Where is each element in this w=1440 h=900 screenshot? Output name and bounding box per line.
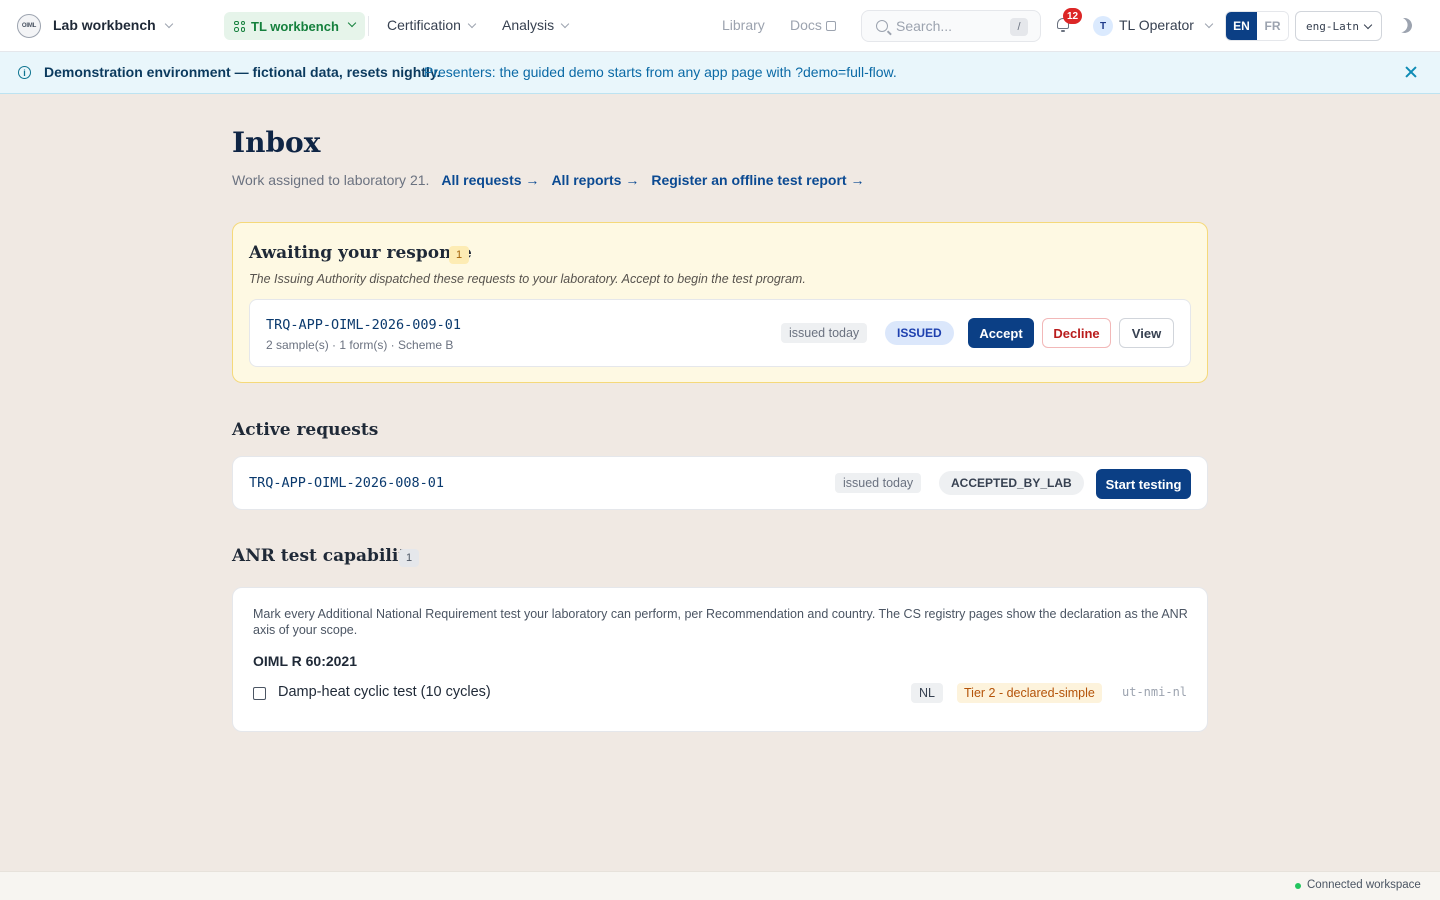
info-icon: i	[18, 66, 31, 79]
nav-analysis[interactable]: Analysis	[502, 17, 570, 33]
nav-library[interactable]: Library	[722, 17, 765, 33]
script-select[interactable]: eng-Latn	[1295, 11, 1382, 41]
notification-badge: 12	[1063, 8, 1083, 24]
anr-count-badge: 1	[399, 549, 419, 567]
active-request-id[interactable]: TRQ-APP-OIML-2026-008-01	[249, 475, 444, 491]
all-requests-link[interactable]: All requests →	[441, 172, 539, 188]
connection-status-dot	[1295, 883, 1301, 889]
test-code: ut-nmi-nl	[1122, 685, 1188, 699]
chevron-down-icon	[467, 19, 477, 29]
start-testing-button[interactable]: Start testing	[1096, 469, 1191, 499]
register-offline-report-link[interactable]: Register an offline test report →	[651, 172, 864, 188]
page-subtitle-row: Work assigned to laboratory 21. All requ…	[232, 172, 865, 188]
chevron-down-icon	[1363, 20, 1373, 30]
search-input[interactable]	[896, 18, 1006, 34]
chevron-down-icon	[347, 18, 357, 28]
apps-grid-icon	[234, 20, 245, 32]
page-title: Inbox	[232, 126, 321, 159]
avatar[interactable]: T	[1093, 16, 1113, 36]
capability-checkbox[interactable]	[253, 687, 266, 700]
close-icon[interactable]	[1404, 65, 1418, 79]
status-badge: ISSUED	[885, 321, 954, 345]
country-tag: NL	[911, 683, 943, 703]
view-button[interactable]: View	[1119, 318, 1174, 348]
divider	[368, 16, 369, 36]
top-bar: OIML Lab workbench TL workbench Certific…	[0, 0, 1440, 52]
awaiting-title: Awaiting your response	[249, 243, 472, 263]
recommendation-title: OIML R 60:2021	[253, 653, 358, 669]
issued-tag: issued today	[781, 323, 868, 343]
tier-tag: Tier 2 - declared-simple	[957, 683, 1102, 703]
banner-message: Presenters: the guided demo starts from …	[424, 64, 897, 80]
search-icon	[876, 20, 888, 32]
page-subtitle: Work assigned to laboratory 21.	[232, 172, 430, 188]
active-requests-title: Active requests	[232, 420, 379, 440]
anr-description: Mark every Additional National Requireme…	[253, 607, 1188, 637]
status-footer	[0, 871, 1440, 900]
lang-en[interactable]: EN	[1226, 12, 1257, 40]
lang-fr[interactable]: FR	[1257, 12, 1288, 40]
workspace-switcher[interactable]: TL workbench	[224, 12, 365, 40]
all-reports-link[interactable]: All reports →	[551, 172, 639, 188]
issued-tag: issued today	[835, 473, 922, 493]
nav-certification[interactable]: Certification	[387, 17, 477, 33]
decline-button[interactable]: Decline	[1042, 318, 1111, 348]
awaiting-count-badge: 1	[449, 246, 469, 264]
workspace-label: TL workbench	[251, 18, 339, 34]
status-badge: ACCEPTED_BY_LAB	[939, 471, 1084, 495]
awaiting-description: The Issuing Authority dispatched these r…	[249, 272, 806, 286]
user-menu[interactable]: TL Operator	[1119, 17, 1194, 33]
language-toggle: EN FR	[1225, 11, 1289, 41]
chevron-down-icon[interactable]	[1204, 19, 1214, 29]
external-link-icon	[825, 21, 836, 31]
capability-label[interactable]: Damp-heat cyclic test (10 cycles)	[278, 684, 491, 700]
dark-mode-moon-icon[interactable]	[1395, 16, 1414, 35]
accept-button[interactable]: Accept	[968, 318, 1034, 348]
request-meta: 2 sample(s) · 1 form(s) · Scheme B	[266, 338, 454, 352]
search-shortcut: /	[1010, 18, 1028, 36]
connection-status: Connected workspace	[1307, 879, 1421, 891]
oiml-logo-icon[interactable]: OIML	[17, 14, 41, 38]
app-title[interactable]: Lab workbench	[53, 17, 156, 33]
search-box[interactable]: /	[861, 10, 1041, 42]
chevron-down-icon[interactable]	[164, 19, 174, 29]
request-id[interactable]: TRQ-APP-OIML-2026-009-01	[266, 317, 461, 333]
nav-docs[interactable]: Docs	[790, 17, 836, 33]
anr-capability-title: ANR test capability	[232, 546, 417, 566]
chevron-down-icon	[560, 19, 570, 29]
banner-title: Demonstration environment — fictional da…	[44, 64, 441, 80]
